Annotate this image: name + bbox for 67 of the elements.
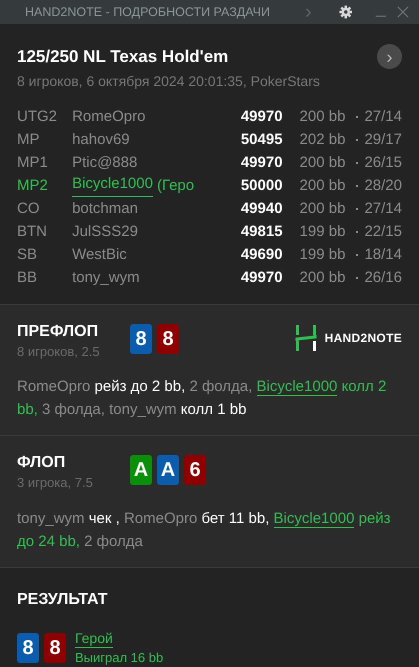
action-summary: tony_wym чек , RomeOpro бет 11 bb, Bicycle1000 рейз до 24 bb, 2 фолда — [17, 508, 392, 552]
position-cell-text: MP1 — [17, 152, 49, 173]
playing-card: A — [157, 455, 179, 485]
stats-cell-text: 18/14 — [364, 244, 402, 265]
stack-cell-text: 49815 — [240, 222, 283, 242]
settings-icon[interactable] — [338, 4, 352, 20]
hand-info: 8 игроков, 6 октября 2024 20:01:35, PokerStars — [17, 72, 321, 91]
logo-text: HAND2NOTE — [324, 330, 402, 346]
street-title: ФЛОП — [17, 453, 66, 473]
logo-icon — [294, 324, 317, 350]
street-title: ПРЕФЛОП — [17, 322, 100, 342]
street-info: 3 игрока, 7.5 — [17, 474, 94, 492]
playing-card: 8 — [17, 633, 39, 664]
action-summary: RomeOpro рейз до 2 bb, 2 фолда, Bicycle1000 колл 2 bb, 3 фолда, tony_wym колл 1 bb — [17, 377, 388, 420]
stack-cell-text: 50000 — [240, 176, 283, 196]
player-link[interactable]: Bicycle1000 — [72, 174, 153, 198]
big-blinds-cell-text: 200 bb — [300, 268, 346, 288]
player-name: RomeOpro — [72, 106, 146, 127]
playing-card: A — [130, 455, 152, 485]
big-blinds-cell-text: 202 bb — [300, 130, 346, 150]
stack-cell-text: 49970 — [240, 106, 283, 127]
player-name: tony_wym — [72, 268, 140, 288]
playing-card: 6 — [184, 455, 206, 485]
big-blinds-cell-text: 200 bb — [300, 198, 346, 219]
player-link[interactable]: Герой — [75, 630, 113, 648]
stats-cell-text: 28/20 — [364, 176, 402, 196]
big-blinds-cell-text: 200 bb — [300, 106, 346, 127]
position-cell-text: MP2 — [17, 176, 49, 196]
stack-cell-text: 49940 — [240, 198, 283, 219]
win-amount: Выиграл 16 bb — [75, 648, 164, 667]
player-name: Ptic@888 — [72, 152, 138, 173]
hero-label: (Геро — [156, 176, 194, 196]
position-cell-text: BTN — [17, 222, 48, 242]
stats-cell-text: 27/14 — [364, 106, 402, 127]
player-link[interactable]: Bicycle1000 — [274, 510, 354, 528]
big-blinds-cell-text: 199 bb — [300, 222, 346, 242]
position-cell-text: MP — [17, 130, 40, 150]
stack-cell-text: 50495 — [240, 130, 283, 150]
big-blinds-cell-text: 200 bb — [300, 176, 346, 196]
player-link[interactable]: Bicycle1000 — [256, 378, 338, 396]
stack-cell-text: 49970 — [240, 268, 283, 288]
game-title: 125/250 NL Texas Hold'em — [17, 46, 228, 68]
stack-cell-text: 49690 — [240, 244, 283, 265]
stats-cell-text: 22/15 — [364, 222, 402, 242]
position-cell-text: SB — [17, 244, 38, 265]
big-blinds-cell-text: 200 bb — [300, 152, 346, 173]
stats-cell-text: 26/16 — [364, 268, 402, 288]
player-name: hahov69 — [72, 130, 130, 150]
position-cell-text: CO — [17, 198, 40, 219]
close-icon[interactable] — [397, 5, 409, 19]
street-info: 8 игроков, 2.5 — [17, 342, 101, 361]
player-name: WestBic — [72, 244, 127, 265]
playing-card: 8 — [44, 633, 66, 664]
stack-cell-text: 49970 — [240, 152, 283, 173]
result-title: РЕЗУЛЬТАТ — [17, 590, 109, 610]
position-cell-text: UTG2 — [17, 106, 58, 127]
stats-cell-text: 29/17 — [364, 130, 402, 150]
window-title: HAND2NOTE - ПОДРОБНОСТИ РАЗДАЧИ — [25, 4, 270, 21]
stats-cell-text: 26/15 — [364, 152, 402, 173]
next-hand-button[interactable]: › — [377, 44, 402, 70]
playing-card: 8 — [130, 324, 152, 354]
position-cell-text: BB — [17, 268, 38, 288]
player-name: JulSSS29 — [72, 222, 138, 242]
big-blinds-cell-text: 199 bb — [300, 244, 346, 265]
player-name: botchman — [72, 198, 138, 219]
stats-cell-text: 27/14 — [364, 198, 402, 219]
playing-card: 8 — [157, 324, 179, 354]
